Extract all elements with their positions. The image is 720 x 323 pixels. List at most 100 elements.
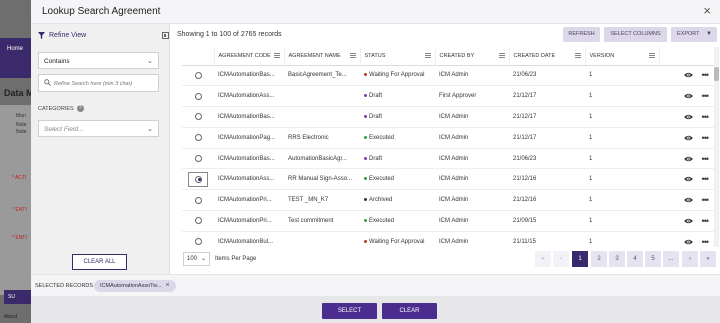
row-radio[interactable]: [194, 155, 202, 163]
row-select-cell[interactable]: [182, 210, 214, 232]
column-header[interactable]: AGREEMENT CODE: [214, 47, 285, 66]
more-actions-icon[interactable]: •••: [702, 112, 710, 121]
row-select-cell[interactable]: [182, 106, 214, 128]
table-row[interactable]: ICMAutomationPag... RRS Electronic Execute…: [182, 127, 714, 149]
select-columns-button[interactable]: SELECT COLUMNS: [604, 27, 667, 42]
filter-header: Refine View: [38, 32, 86, 39]
row-radio[interactable]: [194, 113, 202, 121]
created-by-cell: ICM Admin: [435, 65, 509, 87]
row-radio[interactable]: [194, 217, 202, 225]
clear-button[interactable]: CLEAR: [382, 303, 437, 319]
table-scrollbar-thumb[interactable]: [714, 67, 719, 81]
column-header[interactable]: VERSION: [585, 47, 660, 66]
row-radio[interactable]: [194, 134, 202, 142]
refine-search-field[interactable]: [38, 74, 159, 92]
view-icon[interactable]: [683, 176, 693, 182]
chevron-down-icon: ⌄: [200, 256, 206, 262]
row-select-cell[interactable]: [182, 148, 214, 170]
column-header[interactable]: STATUS: [360, 47, 436, 66]
table-row[interactable]: ICMAutomationPri... Test commitment Execut…: [182, 210, 714, 232]
table-row[interactable]: ICMAutomationBul... Waiting For Approval I…: [182, 231, 714, 247]
status-text: Archived: [369, 197, 393, 204]
operator-select[interactable]: Contains ⌄: [38, 52, 159, 69]
page-button[interactable]: 4: [627, 251, 643, 267]
row-radio[interactable]: [194, 238, 202, 246]
last-page-button[interactable]: »: [700, 251, 716, 267]
export-button[interactable]: EXPORT ▼: [671, 27, 717, 42]
more-actions-icon[interactable]: •••: [702, 175, 710, 184]
next-page-button[interactable]: ›: [682, 251, 698, 267]
more-actions-icon[interactable]: •••: [702, 196, 710, 205]
more-actions-icon[interactable]: •••: [702, 133, 710, 142]
row-select-cell[interactable]: [182, 231, 214, 247]
refresh-button[interactable]: REFRESH: [563, 27, 600, 42]
table-row[interactable]: ICMAutomationBas... BasicAgreement_Te... W…: [182, 65, 714, 87]
column-header[interactable]: CREATED BY: [435, 47, 510, 66]
select-button[interactable]: SELECT: [322, 303, 377, 319]
field-select[interactable]: Select Field... ⌄: [38, 120, 159, 137]
column-menu-icon[interactable]: [349, 53, 356, 58]
row-actions: •••: [663, 71, 714, 80]
view-icon[interactable]: [683, 156, 693, 162]
row-select-cell[interactable]: [182, 168, 214, 191]
table-row[interactable]: ICMAutomationAss... RR Manual Sign-Asso..…: [182, 168, 714, 191]
table-row[interactable]: ICMAutomationPri... TEST _MN_K7 Archived IC…: [182, 189, 714, 212]
items-per-page-select[interactable]: 100 ⌄: [183, 252, 210, 266]
column-header-select: [182, 47, 215, 66]
status-cell: Draft: [360, 85, 435, 108]
column-menu-icon[interactable]: [648, 53, 655, 58]
column-header[interactable]: CREATED DATE: [509, 47, 586, 66]
row-select-cell[interactable]: [182, 85, 214, 108]
table-row[interactable]: ICMAutomationBas... AutomationBasicAgr...…: [182, 148, 714, 170]
row-actions-cell: •••: [659, 231, 714, 247]
row-radio[interactable]: [194, 196, 202, 204]
table-row[interactable]: ICMAutomationBas... Draft ICM Admin 21/12/1…: [182, 106, 714, 128]
collapse-panel-icon[interactable]: [162, 32, 169, 39]
view-icon[interactable]: [683, 239, 693, 245]
column-menu-icon[interactable]: [273, 53, 280, 58]
version-cell: 1: [585, 127, 659, 149]
help-icon[interactable]: ?: [76, 105, 84, 112]
more-actions-icon[interactable]: •••: [702, 71, 710, 80]
more-actions-icon[interactable]: •••: [702, 237, 710, 246]
view-icon[interactable]: [683, 197, 693, 203]
version-cell: 1: [585, 231, 659, 247]
more-actions-icon[interactable]: •••: [702, 92, 710, 101]
page-button[interactable]: 5: [645, 251, 661, 267]
table-row[interactable]: ICMAutomationAss... Draft First Approver 21…: [182, 85, 714, 108]
selected-row-radio-box[interactable]: [188, 171, 208, 187]
status-text: Waiting For Approval: [369, 72, 425, 79]
more-pages-button[interactable]: ...: [663, 251, 679, 267]
row-actions-cell: •••: [659, 189, 714, 212]
status-cell: Waiting For Approval: [360, 65, 435, 87]
row-select-cell[interactable]: [182, 127, 214, 149]
view-icon[interactable]: [683, 72, 693, 78]
page-button[interactable]: 1: [572, 251, 588, 267]
view-icon[interactable]: [683, 93, 693, 99]
close-button[interactable]: ×: [703, 4, 711, 17]
row-radio[interactable]: [195, 175, 202, 183]
page-button[interactable]: 3: [609, 251, 625, 267]
chip-remove-icon[interactable]: ×: [165, 282, 169, 289]
row-radio[interactable]: [194, 71, 202, 79]
refine-search-input[interactable]: [54, 78, 156, 89]
prev-page-button[interactable]: ‹: [553, 251, 569, 267]
column-menu-icon[interactable]: [424, 53, 431, 58]
more-actions-icon[interactable]: •••: [702, 216, 710, 225]
page-button[interactable]: 2: [591, 251, 607, 267]
view-icon[interactable]: [683, 114, 693, 120]
clear-all-button[interactable]: CLEAR ALL: [72, 254, 127, 270]
column-menu-icon[interactable]: [574, 53, 581, 58]
created-date-cell: 21/12/17: [509, 85, 585, 108]
status-cell: Executed: [360, 210, 435, 232]
status-cell: Executed: [360, 127, 435, 149]
row-radio[interactable]: [194, 92, 202, 100]
column-header[interactable]: AGREEMENT NAME: [284, 47, 361, 66]
view-icon[interactable]: [683, 218, 693, 224]
view-icon[interactable]: [683, 135, 693, 141]
first-page-button[interactable]: «: [535, 251, 551, 267]
more-actions-icon[interactable]: •••: [702, 154, 710, 163]
row-select-cell[interactable]: [182, 65, 214, 87]
row-select-cell[interactable]: [182, 189, 214, 212]
column-menu-icon[interactable]: [498, 53, 505, 58]
